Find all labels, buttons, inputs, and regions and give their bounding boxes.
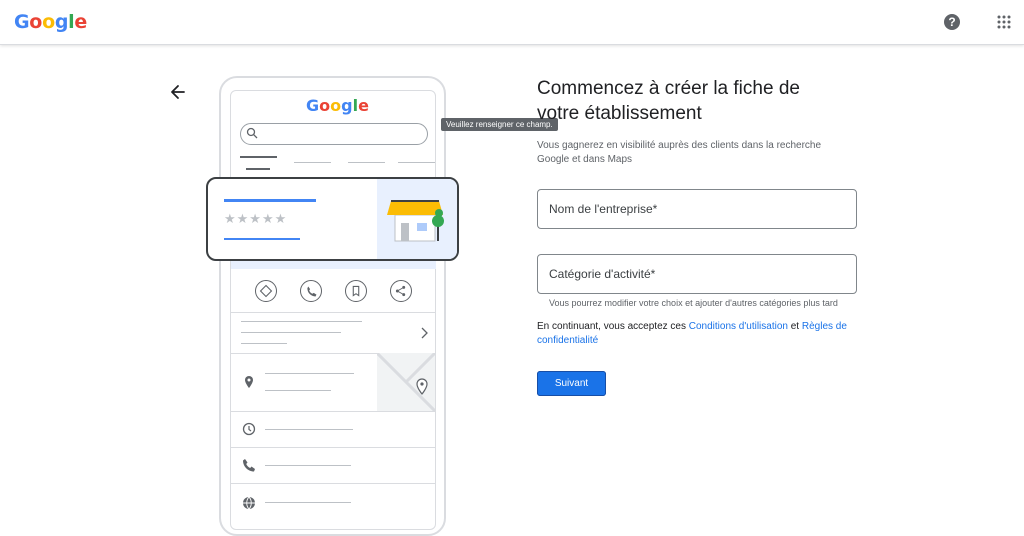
mini-search-bar <box>240 123 428 145</box>
tab-line <box>294 162 331 163</box>
text-line <box>265 373 354 374</box>
text-line <box>241 321 362 322</box>
help-icon[interactable]: ? <box>944 14 960 30</box>
card-shadow-band <box>231 261 436 269</box>
tab-line-active <box>240 156 277 158</box>
text-line <box>265 390 331 391</box>
globe-icon <box>243 496 255 510</box>
business-name-input[interactable] <box>538 190 850 228</box>
logo-letter: G <box>306 96 320 115</box>
tab-line <box>348 162 385 163</box>
terms-and: et <box>787 321 802 332</box>
phone-icon <box>300 280 322 302</box>
business-category-field[interactable] <box>537 254 857 294</box>
logo-letter: e <box>358 96 369 115</box>
page-title: Commencez à créer la fiche de votre étab… <box>537 78 800 124</box>
back-arrow-icon[interactable] <box>168 82 188 102</box>
logo-letter: o <box>29 11 43 33</box>
business-name-field[interactable] <box>537 189 857 229</box>
search-icon <box>246 127 258 139</box>
apps-grid-icon[interactable] <box>997 15 1011 29</box>
bookmark-icon <box>345 280 367 302</box>
mini-google-logo: Google <box>306 96 369 115</box>
category-hint: Vous pourrez modifier votre choix et ajo… <box>549 298 838 308</box>
logo-letter: g <box>341 96 353 115</box>
logo-letter: o <box>330 96 342 115</box>
terms-prefix: En continuant, vous acceptez ces <box>537 321 689 332</box>
map-thumbnail <box>377 353 435 411</box>
terms-text: En continuant, vous acceptez ces Conditi… <box>537 320 867 348</box>
top-bar: Google ? <box>0 0 1024 45</box>
next-button[interactable]: Suivant <box>537 371 606 396</box>
chevron-right-icon <box>421 327 428 339</box>
logo-letter: G <box>14 11 30 33</box>
location-pin-icon <box>245 376 253 388</box>
logo-letter: o <box>42 11 55 33</box>
clock-icon <box>242 422 256 436</box>
terms-of-service-link[interactable]: Conditions d'utilisation <box>689 321 788 332</box>
page-subtitle: Vous gagnerez en visibilité auprès des c… <box>537 140 822 165</box>
card-subtitle-line <box>224 238 300 240</box>
phone-icon <box>243 459 255 472</box>
divider <box>231 411 436 412</box>
directions-icon <box>255 280 277 302</box>
card-title-line <box>224 199 316 202</box>
storefront-panel <box>377 179 457 259</box>
business-category-input[interactable] <box>538 255 850 293</box>
business-card-illustration: ★★★★★ <box>206 177 459 261</box>
divider <box>231 447 436 448</box>
logo-letter: g <box>54 11 69 33</box>
tab-line <box>246 168 270 170</box>
logo-letter: o <box>319 96 331 115</box>
divider <box>231 483 436 484</box>
text-line <box>265 502 351 503</box>
rating-stars: ★★★★★ <box>224 211 288 226</box>
divider <box>231 312 436 313</box>
text-line <box>241 343 287 344</box>
tab-line <box>398 162 435 163</box>
text-line <box>265 429 353 430</box>
text-line <box>241 332 341 333</box>
share-icon <box>390 280 412 302</box>
logo-letter: e <box>74 11 87 33</box>
action-row <box>231 272 436 312</box>
google-logo[interactable]: Google <box>14 11 87 33</box>
storefront-icon <box>387 200 444 242</box>
text-line <box>265 465 351 466</box>
